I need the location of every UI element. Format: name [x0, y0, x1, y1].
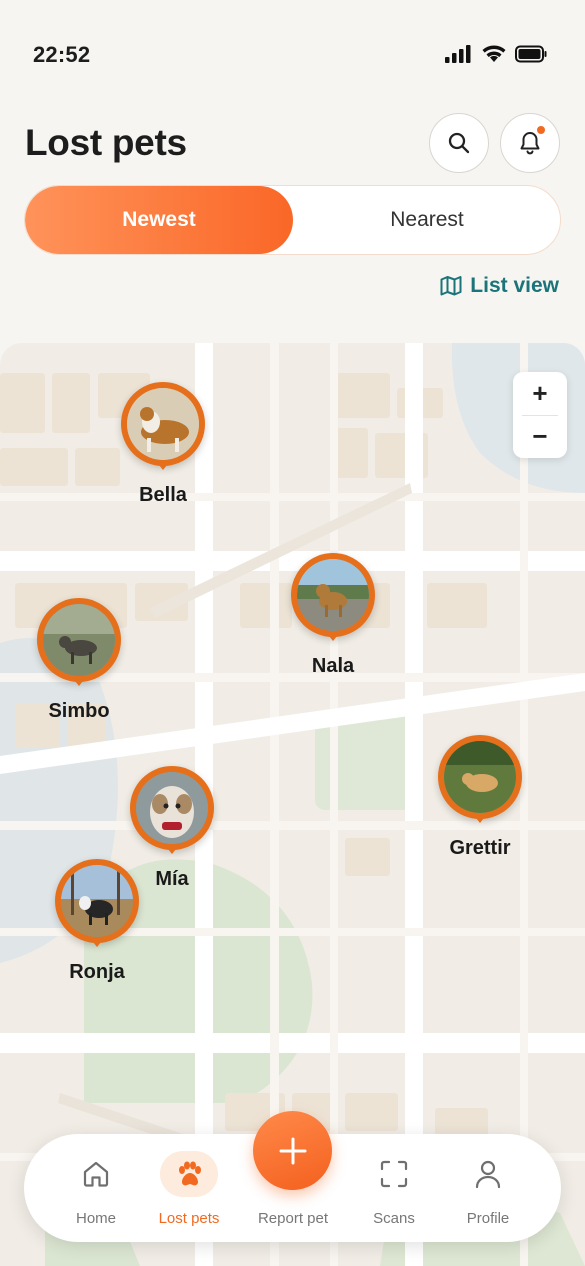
pin-ring: [55, 859, 139, 943]
status-bar: 22:52: [0, 0, 585, 110]
pet-pin-ronja[interactable]: Ronja: [55, 859, 139, 983]
home-icon: [83, 1161, 109, 1187]
search-button[interactable]: [429, 113, 489, 173]
pin-ring: [291, 553, 375, 637]
pin-pointer: [164, 844, 180, 854]
nav-home[interactable]: Home: [50, 1134, 142, 1242]
pet-pin-grettir[interactable]: Grettir: [438, 735, 522, 859]
pet-photo: [297, 559, 369, 631]
pet-name: Simbo: [48, 700, 110, 722]
pin-pointer: [155, 460, 171, 470]
pin-pointer: [71, 676, 87, 686]
list-view-link[interactable]: List view: [440, 274, 559, 298]
list-view-label: List view: [470, 274, 559, 297]
map-zoom-control: + −: [513, 372, 567, 458]
battery-icon: [515, 45, 547, 63]
nav-lost-pets[interactable]: Lost pets: [143, 1134, 235, 1242]
tab-newest[interactable]: Newest: [25, 186, 293, 254]
pet-pin-bella[interactable]: Bella: [121, 382, 205, 506]
report-pet-button[interactable]: [253, 1111, 332, 1190]
bell-icon: [520, 132, 540, 155]
pet-name: Bella: [139, 484, 187, 506]
tab-nearest[interactable]: Nearest: [293, 186, 560, 254]
zoom-out-button[interactable]: −: [513, 415, 567, 458]
pet-pin-simbo[interactable]: Simbo: [37, 598, 121, 722]
paw-icon: [179, 1161, 201, 1186]
wifi-icon: [482, 45, 506, 62]
person-icon: [475, 1160, 501, 1189]
pet-photo: [43, 604, 115, 676]
pin-pointer: [89, 937, 105, 947]
nav-label: Lost pets: [158, 1210, 220, 1227]
sort-segmented-control: Newest Nearest: [24, 185, 561, 255]
notifications-button[interactable]: [500, 113, 560, 173]
nav-label: Report pet: [257, 1210, 329, 1227]
pin-ring: [130, 766, 214, 850]
nav-label: Profile: [466, 1210, 510, 1227]
nav-scans[interactable]: Scans: [348, 1134, 440, 1242]
pet-pin-nala[interactable]: Nala: [291, 553, 375, 677]
signal-icon: [445, 45, 471, 63]
pin-ring: [438, 735, 522, 819]
status-icons: [445, 45, 547, 63]
scan-icon: [380, 1160, 408, 1188]
zoom-divider: [522, 415, 558, 416]
search-icon: [448, 132, 470, 154]
pet-photo: [136, 772, 208, 844]
page-title: Lost pets: [25, 122, 187, 163]
zoom-in-button[interactable]: +: [513, 372, 567, 415]
pet-photo: [444, 741, 516, 813]
notification-dot: [537, 126, 545, 134]
pin-pointer: [472, 813, 488, 823]
pin-pointer: [325, 631, 341, 641]
pet-name: Grettir: [449, 837, 511, 859]
pet-name: Nala: [311, 655, 355, 677]
pet-name: Ronja: [69, 961, 125, 983]
plus-icon: [279, 1137, 306, 1164]
nav-label: Home: [75, 1210, 116, 1227]
nav-profile[interactable]: Profile: [442, 1134, 534, 1242]
pin-ring: [37, 598, 121, 682]
nav-label: Scans: [373, 1210, 415, 1227]
status-time: 22:52: [33, 42, 91, 67]
pin-ring: [121, 382, 205, 466]
pet-photo: [127, 388, 199, 460]
pet-pin-mia[interactable]: Mía: [130, 766, 214, 890]
map-icon: [440, 276, 462, 296]
pet-photo: [61, 865, 133, 937]
